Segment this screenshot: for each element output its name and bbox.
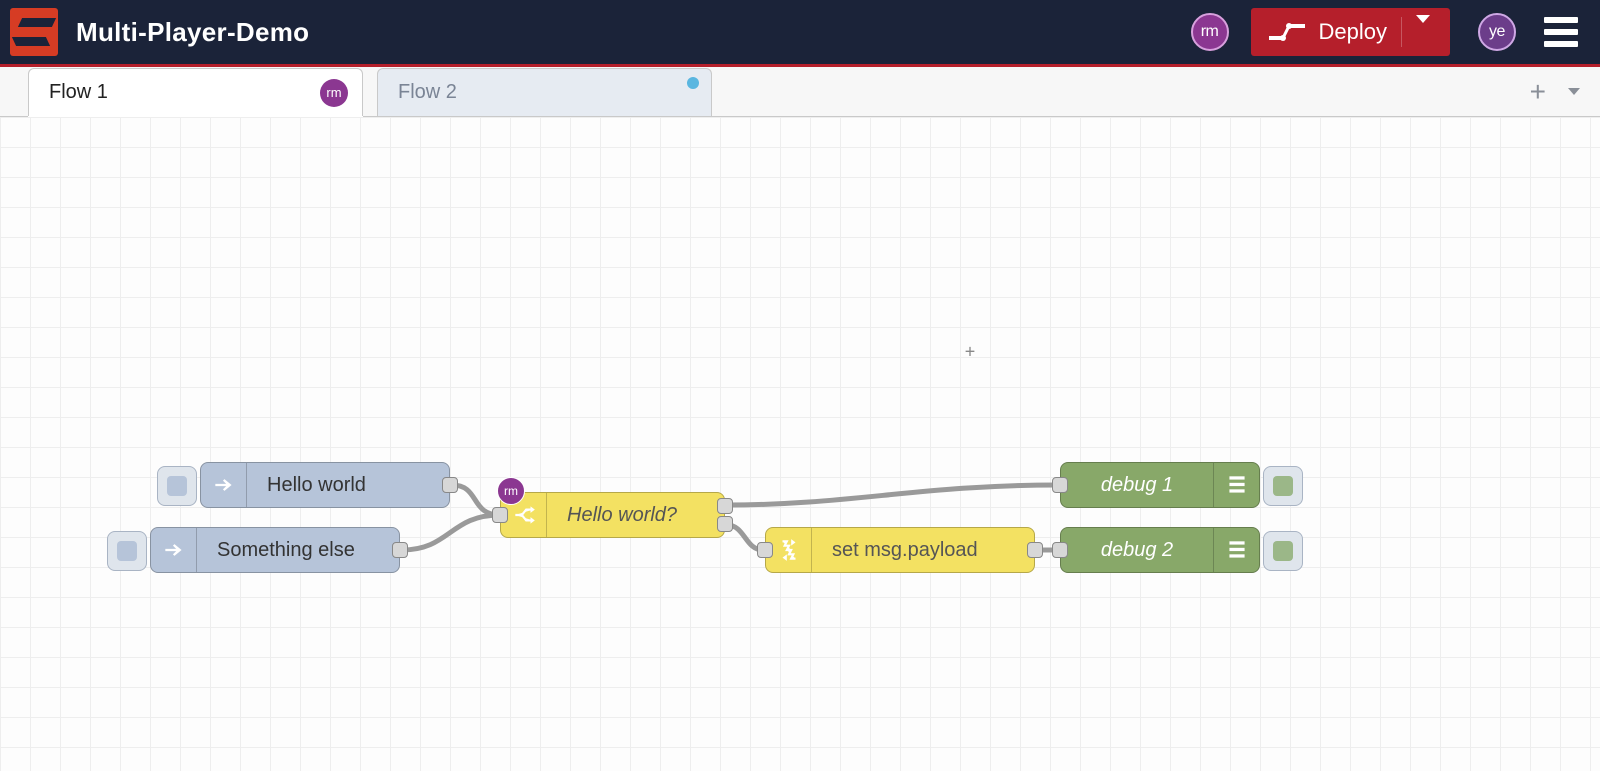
node-editor-badge: rm (497, 477, 525, 505)
tab-bar: Flow 1 rm Flow 2 + (0, 67, 1600, 117)
local-user-avatar[interactable]: ye (1478, 13, 1516, 51)
node-label: Something else (197, 539, 399, 562)
add-tab-button[interactable]: + (1530, 78, 1546, 106)
debug-icon (1213, 463, 1259, 507)
tab-user-badge: rm (320, 79, 348, 107)
app-header: Multi-Player-Demo rm Deploy ye (0, 0, 1600, 67)
deploy-menu-button[interactable] (1401, 17, 1444, 47)
input-port[interactable] (1052, 542, 1068, 558)
output-port[interactable] (1027, 542, 1043, 558)
tab-label: Flow 2 (398, 81, 457, 104)
debug-icon (1213, 528, 1259, 572)
node-label: debug 1 (1061, 474, 1213, 497)
node-label: Hello world? (547, 504, 724, 527)
inject-trigger-button[interactable] (157, 466, 197, 506)
node-switch-hello-world[interactable]: rm Hello world? (500, 492, 725, 538)
output-port-2[interactable] (717, 516, 733, 532)
output-port-1[interactable] (717, 498, 733, 514)
app-title: Multi-Player-Demo (76, 17, 309, 48)
tab-flow-2[interactable]: Flow 2 (377, 68, 712, 116)
deploy-button[interactable]: Deploy (1251, 8, 1450, 56)
unsaved-dot-icon (687, 77, 699, 89)
input-port[interactable] (757, 542, 773, 558)
brand: Multi-Player-Demo (0, 8, 309, 56)
flow-canvas[interactable]: + Hello world Something else rm Hello wo… (0, 117, 1600, 771)
main-menu-button[interactable] (1544, 17, 1578, 47)
logo-icon (10, 8, 58, 56)
output-port[interactable] (442, 477, 458, 493)
node-label: debug 2 (1061, 539, 1213, 562)
node-change-set-payload[interactable]: set msg.payload (765, 527, 1035, 573)
chevron-down-icon (1416, 15, 1430, 40)
debug-toggle-button[interactable] (1263, 466, 1303, 506)
tab-label: Flow 1 (49, 81, 108, 104)
inject-icon (151, 528, 197, 572)
deploy-label: Deploy (1319, 19, 1401, 45)
output-port[interactable] (392, 542, 408, 558)
remote-user-avatar[interactable]: rm (1191, 13, 1229, 51)
node-inject-something-else[interactable]: Something else (150, 527, 400, 573)
inject-icon (201, 463, 247, 507)
tab-flow-1[interactable]: Flow 1 rm (28, 68, 363, 116)
inject-trigger-button[interactable] (107, 531, 147, 571)
input-port[interactable] (492, 507, 508, 523)
node-label: set msg.payload (812, 539, 1034, 562)
node-label: Hello world (247, 474, 449, 497)
node-inject-hello-world[interactable]: Hello world (200, 462, 450, 508)
input-port[interactable] (1052, 477, 1068, 493)
debug-toggle-button[interactable] (1263, 531, 1303, 571)
node-debug-2[interactable]: debug 2 (1060, 527, 1260, 573)
deploy-icon (1267, 21, 1307, 43)
remote-cursor-icon: + (965, 342, 976, 363)
node-debug-1[interactable]: debug 1 (1060, 462, 1260, 508)
tab-list-button[interactable] (1568, 88, 1580, 95)
